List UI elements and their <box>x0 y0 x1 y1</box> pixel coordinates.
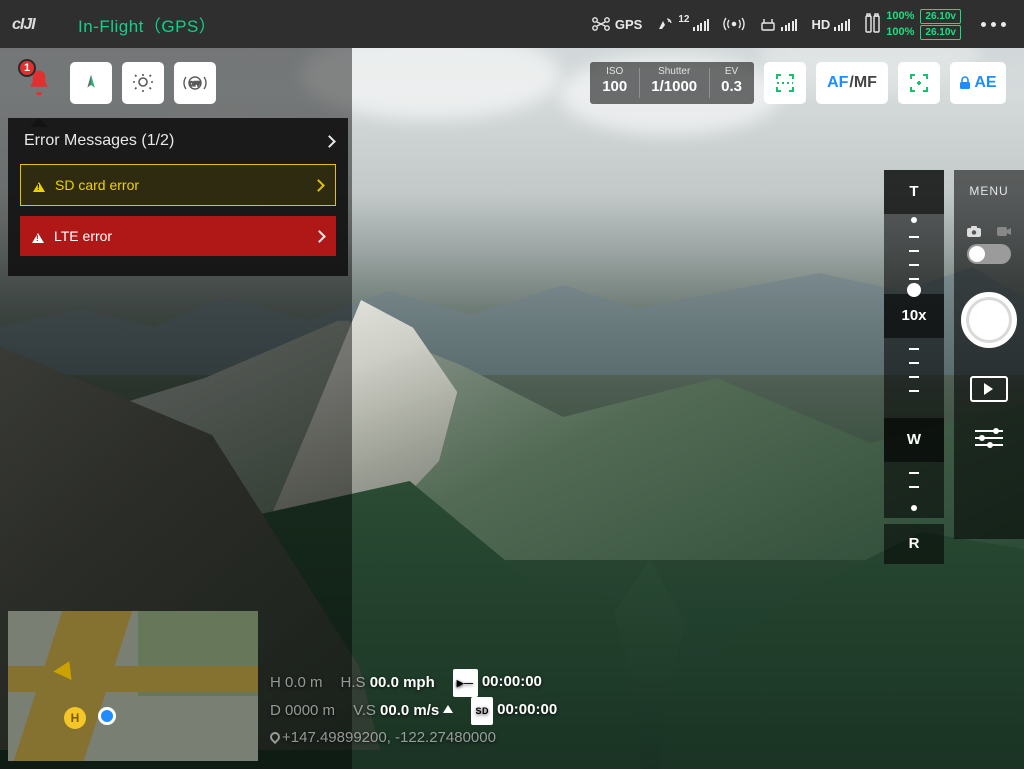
hspeed-label: H.S <box>341 674 366 691</box>
zoom-tele-label: T <box>884 170 944 214</box>
altitude-label: H <box>270 674 281 691</box>
hd-signal-indicator[interactable]: HD <box>811 17 850 32</box>
ascend-arrow-icon <box>443 700 453 713</box>
map-heading-icon <box>53 648 82 680</box>
battery-icon <box>864 13 882 35</box>
af-label: AF <box>827 74 848 92</box>
notification-badge: 1 <box>18 59 36 77</box>
lock-icon <box>959 76 971 90</box>
zoom-track-upper[interactable] <box>884 214 944 294</box>
zoom-reset-button[interactable]: R <box>884 524 944 564</box>
rc-battery-pct: 100% <box>886 26 914 38</box>
map-orientation-button[interactable] <box>70 62 112 104</box>
map-aircraft-marker <box>98 707 116 725</box>
hd-label: HD <box>811 17 830 32</box>
svg-text:OFF: OFF <box>189 82 201 88</box>
iso-label: ISO <box>602 66 627 78</box>
chevron-right-icon <box>323 135 336 148</box>
error-item-lte[interactable]: LTE error <box>20 216 336 256</box>
aircraft-battery-volt: 26.10v <box>920 9 961 24</box>
lightbulb-icon <box>131 71 155 95</box>
flight-mode-label: GPS <box>615 17 642 32</box>
error-panel-header[interactable]: Error Messages (1/2) <box>8 118 348 164</box>
ae-lock-button[interactable]: AE <box>950 62 1006 104</box>
camera-side-panel: MENU <box>954 170 1024 539</box>
obstacle-sensing-indicator[interactable] <box>723 16 745 32</box>
vspeed-value: 00.0 m/s <box>380 702 439 719</box>
distance-value: 0000 m <box>285 702 335 719</box>
dji-logo: cIJI <box>12 14 56 34</box>
warning-triangle-icon <box>32 227 44 243</box>
camera-icon <box>967 226 981 240</box>
af-mf-toggle[interactable]: AF/MF <box>816 62 888 104</box>
distance-label: D <box>270 702 281 719</box>
play-icon <box>984 383 999 395</box>
video-icon <box>997 226 1011 240</box>
altitude-value: 0.0 m <box>285 674 323 691</box>
signal-bars-icon <box>693 17 709 31</box>
zoom-handle[interactable] <box>907 283 921 297</box>
record-chip: ▶— <box>453 669 478 697</box>
notifications-button[interactable]: 1 <box>18 62 60 104</box>
gps-satellite-indicator[interactable]: 12 <box>656 16 709 32</box>
mini-map[interactable]: H <box>8 611 258 761</box>
shutter-value: 1/1000 <box>651 78 697 96</box>
flight-status[interactable]: In-Flight（GPS） <box>78 12 216 37</box>
signal-bars-icon <box>781 17 797 31</box>
sensing-off-icon: OFF <box>182 72 208 94</box>
center-focus-icon <box>907 71 931 95</box>
shutter-label: Shutter <box>651 66 697 78</box>
zoom-track-lower[interactable] <box>884 338 944 418</box>
exposure-readout[interactable]: ISO100 Shutter1/1000 EV0.3 <box>590 62 754 104</box>
autofocus-point-button[interactable] <box>898 62 940 104</box>
photo-video-toggle[interactable] <box>967 226 1011 264</box>
settings-menu-button[interactable] <box>975 22 1012 27</box>
chevron-right-icon <box>312 179 325 192</box>
top-status-bar: cIJI In-Flight（GPS） GPS 12 <box>0 0 1024 48</box>
telemetry-readout: H 0.0 m H.S 00.0 mph ▶— 00:00:00 D 0000 … <box>270 669 557 751</box>
zoom-value: 10x <box>884 294 944 338</box>
battery-indicator[interactable]: 100% 26.10v 100% 26.10v <box>864 9 961 40</box>
warning-triangle-icon <box>33 176 45 192</box>
camera-settings-button[interactable] <box>975 430 1003 446</box>
rc-signal-indicator[interactable] <box>759 17 797 31</box>
location-pin-icon <box>268 730 282 744</box>
playback-button[interactable] <box>970 376 1008 402</box>
sd-time: 00:00:00 <box>497 701 557 718</box>
hspeed-value: 00.0 mph <box>370 674 435 691</box>
iso-value: 100 <box>602 78 627 96</box>
focus-brackets-icon <box>773 71 797 95</box>
signal-bars-icon <box>834 17 850 31</box>
ae-label: AE <box>974 74 996 92</box>
rc-battery-volt: 26.10v <box>920 25 961 40</box>
error-item-sd-card[interactable]: SD card error <box>20 164 336 206</box>
camera-menu-button[interactable]: MENU <box>969 184 1008 198</box>
zoom-track-bottom[interactable] <box>884 462 944 518</box>
record-time: 00:00:00 <box>482 673 542 690</box>
mf-label: /MF <box>849 74 877 92</box>
vspeed-label: V.S <box>353 702 376 719</box>
gps-coordinates: +147.49899200, -122.27480000 <box>282 729 496 746</box>
flight-mode-indicator[interactable]: GPS <box>591 16 642 32</box>
satellite-count: 12 <box>678 14 689 25</box>
error-messages-panel: Error Messages (1/2) SD card error LTE e… <box>8 118 348 276</box>
beacon-light-button[interactable] <box>122 62 164 104</box>
svg-text:cIJI: cIJI <box>12 16 36 33</box>
zoom-wide-label: W <box>884 418 944 462</box>
error-panel-title: Error Messages (1/2) <box>24 132 174 150</box>
error-item-label: LTE error <box>54 228 112 244</box>
ev-label: EV <box>721 66 742 78</box>
aircraft-battery-pct: 100% <box>886 10 914 22</box>
error-item-label: SD card error <box>55 177 139 193</box>
map-home-point: H <box>64 707 86 729</box>
zoom-slider[interactable]: T 10x W R <box>884 170 944 564</box>
sd-chip: SD <box>471 697 493 725</box>
ev-value: 0.3 <box>721 78 742 96</box>
compass-north-icon <box>80 72 102 94</box>
obstacle-avoidance-button[interactable]: OFF <box>174 62 216 104</box>
chevron-right-icon <box>313 230 326 243</box>
focus-area-button[interactable] <box>764 62 806 104</box>
shutter-button[interactable] <box>961 292 1017 348</box>
